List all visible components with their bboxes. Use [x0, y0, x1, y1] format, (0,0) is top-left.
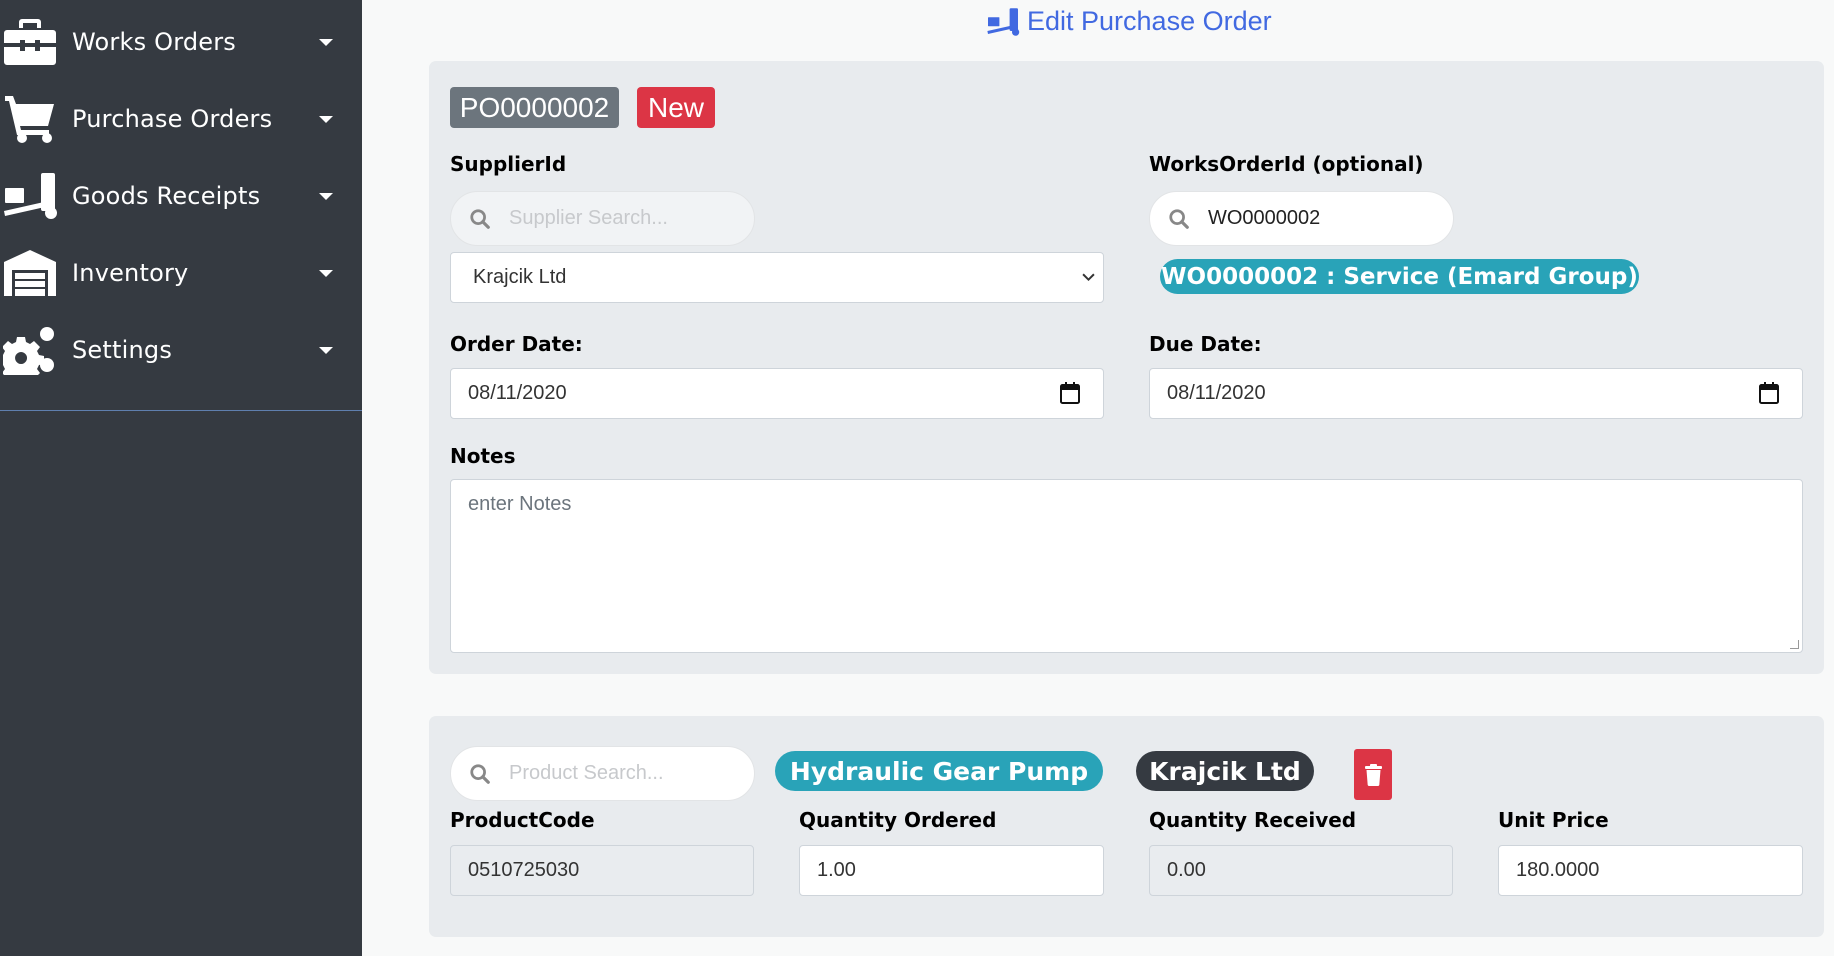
works-order-badge[interactable]: WO0000002 : Service (Emard Group): [1160, 259, 1639, 294]
qty-ordered-input[interactable]: 1.00: [799, 845, 1104, 896]
qty-received-value: 0.00: [1167, 859, 1206, 881]
status-badge: New: [637, 87, 715, 128]
delete-line-button[interactable]: [1354, 749, 1392, 800]
order-date-input[interactable]: 08/11/2020: [450, 368, 1104, 419]
calendar-icon[interactable]: [1758, 381, 1780, 405]
product-code-label: ProductCode: [450, 808, 595, 832]
sidebar-item-label: Purchase Orders: [72, 105, 273, 133]
product-name-badge: Hydraulic Gear Pump: [775, 751, 1103, 791]
supplier-select[interactable]: Krajcik Ltd: [450, 252, 1104, 303]
due-date-input[interactable]: 08/11/2020: [1149, 368, 1803, 419]
search-icon: [470, 208, 490, 229]
unit-price-value: 180.0000: [1516, 859, 1600, 881]
resize-handle[interactable]: [1790, 640, 1799, 649]
notes-placeholder: enter Notes: [468, 493, 572, 515]
product-code-value: 0510725030: [468, 859, 580, 881]
cart-icon: [2, 93, 58, 145]
supplier-label: SupplierId: [450, 152, 567, 176]
unit-price-input[interactable]: 180.0000: [1498, 845, 1803, 896]
sidebar-item-label: Settings: [72, 336, 173, 364]
sidebar-item-label: Works Orders: [72, 28, 237, 56]
works-order-search-input[interactable]: [1208, 207, 1422, 230]
supplier-name-badge: Krajcik Ltd: [1136, 751, 1314, 791]
notes-textarea[interactable]: enter Notes: [450, 479, 1803, 653]
order-date-label: Order Date:: [450, 332, 583, 356]
chevron-down-icon[interactable]: [319, 38, 333, 46]
page-title-text: Edit Purchase Order: [1027, 6, 1272, 36]
trash-icon: [1364, 763, 1382, 786]
calendar-icon[interactable]: [1059, 381, 1081, 405]
works-order-search[interactable]: [1149, 191, 1454, 246]
product-search-input[interactable]: [509, 762, 723, 785]
search-icon: [1169, 208, 1189, 229]
qty-ordered-label: Quantity Ordered: [799, 808, 997, 832]
cogs-icon: [2, 324, 58, 376]
sidebar-item-works-orders[interactable]: Works Orders: [0, 12, 362, 72]
po-number-badge: PO0000002: [450, 87, 619, 128]
sidebar: Works Orders Purchase Orders Goods Recei…: [0, 0, 362, 956]
chevron-down-icon[interactable]: [319, 346, 333, 354]
qty-received-label: Quantity Received: [1149, 808, 1357, 832]
order-date-value: 08/11/2020: [468, 382, 567, 404]
due-date-value: 08/11/2020: [1167, 382, 1266, 404]
supplier-search-input[interactable]: [509, 207, 723, 230]
chevron-down-icon: [1082, 273, 1095, 282]
supplier-search[interactable]: [450, 191, 755, 246]
sidebar-item-label: Goods Receipts: [72, 182, 261, 210]
qty-received-field: 0.00: [1149, 845, 1453, 896]
product-search[interactable]: [450, 746, 755, 801]
page-title: Edit Purchase Order: [985, 6, 1272, 37]
toolbox-icon: [2, 16, 58, 68]
sidebar-item-inventory[interactable]: Inventory: [0, 243, 362, 303]
sidebar-item-settings[interactable]: Settings: [0, 320, 362, 380]
unit-price-label: Unit Price: [1498, 808, 1609, 832]
product-code-field: 0510725030: [450, 845, 754, 896]
notes-label: Notes: [450, 444, 516, 468]
chevron-down-icon[interactable]: [319, 269, 333, 277]
dolly-icon: [987, 7, 1020, 36]
sidebar-item-label: Inventory: [72, 259, 189, 287]
dolly-icon: [2, 170, 58, 222]
warehouse-icon: [2, 247, 58, 299]
sidebar-item-goods-receipts[interactable]: Goods Receipts: [0, 166, 362, 226]
supplier-select-value: Krajcik Ltd: [473, 266, 567, 288]
qty-ordered-value: 1.00: [817, 859, 856, 881]
due-date-label: Due Date:: [1149, 332, 1262, 356]
sidebar-item-purchase-orders[interactable]: Purchase Orders: [0, 89, 362, 149]
works-order-label: WorksOrderId (optional): [1149, 152, 1424, 176]
chevron-down-icon[interactable]: [319, 192, 333, 200]
sidebar-divider: [0, 410, 362, 411]
chevron-down-icon[interactable]: [319, 115, 333, 123]
search-icon: [470, 763, 490, 784]
